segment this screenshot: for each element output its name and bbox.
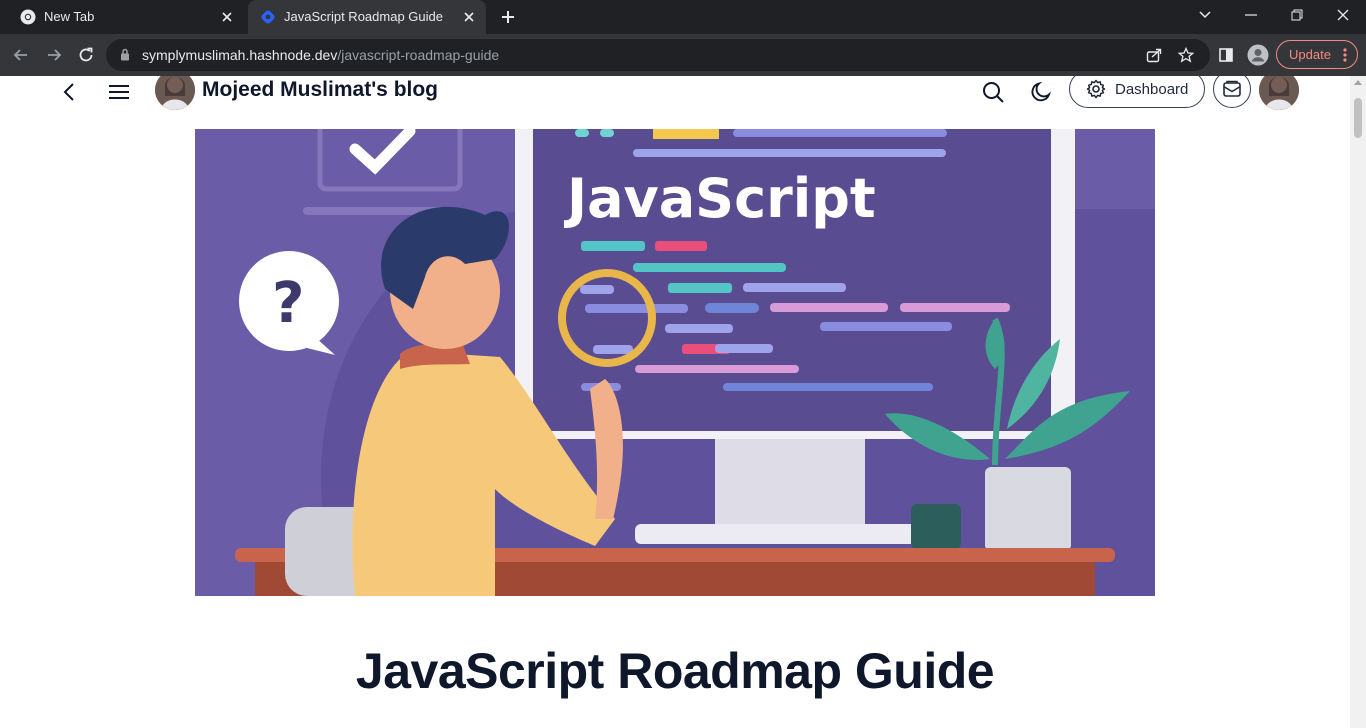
forward-button[interactable] <box>42 43 66 67</box>
url-domain: symplymuslimah.hashnode.dev <box>142 47 338 63</box>
cover-illustration: JavaScript ? <box>195 129 1155 596</box>
blog-avatar[interactable] <box>155 76 195 110</box>
profile-button[interactable] <box>1246 43 1270 67</box>
restore-button[interactable] <box>1274 0 1320 30</box>
scroll-up-arrow-icon[interactable] <box>1354 80 1362 85</box>
back-button[interactable] <box>9 43 33 67</box>
tab-title: New Tab <box>44 9 95 24</box>
close-tab-icon[interactable] <box>460 8 478 26</box>
blog-header: Mojeed Muslimat's blog Dashboard <box>0 76 1350 128</box>
page-scrollbar[interactable] <box>1350 76 1366 728</box>
dashboard-button[interactable]: Dashboard <box>1069 76 1205 108</box>
reload-icon <box>79 47 93 62</box>
chevron-down-icon <box>1199 11 1211 19</box>
svg-text:?: ? <box>272 271 304 336</box>
update-label: Update <box>1289 47 1331 62</box>
tab-javascript-roadmap-guide[interactable]: JavaScript Roadmap Guide <box>248 0 486 34</box>
close-icon <box>1337 9 1349 21</box>
close-window-button[interactable] <box>1320 0 1366 30</box>
close-tab-icon[interactable] <box>218 8 236 26</box>
minimize-icon <box>1245 14 1257 16</box>
mail-icon <box>1223 80 1241 97</box>
arrow-right-icon <box>48 49 62 61</box>
chrome-icon <box>20 9 36 25</box>
url-path: /javascript-roadmap-guide <box>337 47 500 63</box>
moon-icon <box>1031 81 1052 102</box>
scrollbar-thumb[interactable] <box>1354 98 1362 138</box>
restore-icon <box>1291 9 1303 21</box>
plus-icon <box>502 11 514 23</box>
back-arrow-button[interactable] <box>55 78 83 106</box>
address-bar[interactable]: symplymuslimah.hashnode.dev/javascript-r… <box>106 39 1210 71</box>
search-icon <box>983 82 1004 103</box>
lock-icon <box>121 48 129 61</box>
menu-button[interactable] <box>105 78 133 106</box>
side-panel-button[interactable] <box>1214 43 1238 67</box>
dashboard-label: Dashboard <box>1115 81 1189 98</box>
search-button[interactable] <box>979 78 1007 106</box>
gear-icon <box>1086 79 1106 99</box>
cover-javascript-text: JavaScript <box>563 167 876 230</box>
bookmark-star-icon[interactable] <box>1176 45 1196 65</box>
hamburger-menu-icon <box>109 85 129 99</box>
profile-icon <box>1247 44 1269 66</box>
user-avatar[interactable] <box>1259 76 1299 110</box>
url-text: symplymuslimah.hashnode.dev/javascript-r… <box>142 47 499 63</box>
blog-title[interactable]: Mojeed Muslimat's blog <box>202 78 438 102</box>
page-content: Mojeed Muslimat's blog Dashboard JavaScr… <box>0 76 1350 728</box>
more-vertical-icon <box>1343 48 1347 62</box>
tab-title: JavaScript Roadmap Guide <box>284 9 443 24</box>
chevron-left-icon <box>63 83 74 101</box>
article-title: JavaScript Roadmap Guide <box>355 643 995 699</box>
minimize-button[interactable] <box>1228 0 1274 30</box>
tab-search-button[interactable] <box>1182 0 1228 30</box>
new-tab-button[interactable] <box>494 4 522 30</box>
newsletter-button[interactable] <box>1213 76 1251 108</box>
reload-button[interactable] <box>74 43 98 67</box>
hashnode-icon <box>261 10 275 24</box>
cover-image: JavaScript ? <box>195 129 1155 596</box>
side-panel-icon <box>1219 48 1233 62</box>
theme-toggle-button[interactable] <box>1027 78 1055 106</box>
update-button[interactable]: Update <box>1276 40 1358 69</box>
share-icon[interactable] <box>1144 45 1164 65</box>
browser-tab-bar: New Tab JavaScript Roadmap Guide <box>0 0 1366 34</box>
arrow-left-icon <box>13 49 27 61</box>
browser-toolbar: symplymuslimah.hashnode.dev/javascript-r… <box>0 34 1366 76</box>
tab-new-tab[interactable]: New Tab <box>8 0 244 34</box>
